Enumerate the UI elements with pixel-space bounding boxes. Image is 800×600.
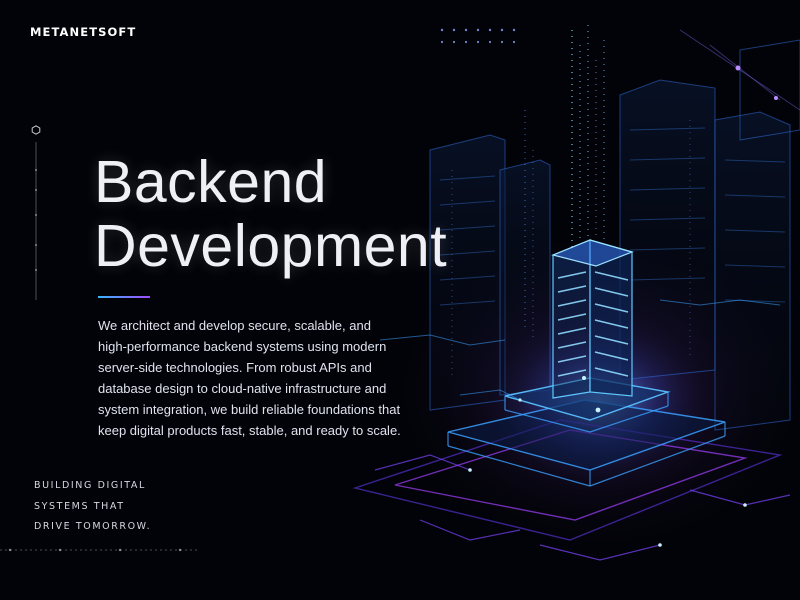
tagline: BUILDING DIGITAL SYSTEMS THAT DRIVE TOMO… xyxy=(34,476,151,538)
tagline-line: SYSTEMS THAT xyxy=(34,500,125,512)
hero-page: METANETSOFT Backend Development We archi… xyxy=(0,0,800,600)
page-title-line: Backend xyxy=(94,149,328,215)
description-line: high-performance backend systems using m… xyxy=(98,339,387,354)
title-accent-divider xyxy=(98,296,150,298)
tagline-line: DRIVE TOMORROW. xyxy=(34,521,152,532)
brand-logo: METANETSOFT xyxy=(30,25,137,39)
description-line: system integration, we build reliable fo… xyxy=(98,402,401,417)
description-line: server-side technologies. From robust AP… xyxy=(98,360,372,375)
page-title-line: Development xyxy=(94,213,448,279)
hero-description: We architect and develop secure, scalabl… xyxy=(98,315,428,441)
description-line: database design to cloud-native infrastr… xyxy=(98,381,387,396)
tagline-line: BUILDING DIGITAL xyxy=(34,480,146,491)
description-line: We architect and develop secure, scalabl… xyxy=(98,318,371,333)
description-line: keep digital products fast, stable, and … xyxy=(98,423,401,438)
hexagon-icon xyxy=(31,125,41,135)
page-title: Backend Development xyxy=(94,150,447,278)
